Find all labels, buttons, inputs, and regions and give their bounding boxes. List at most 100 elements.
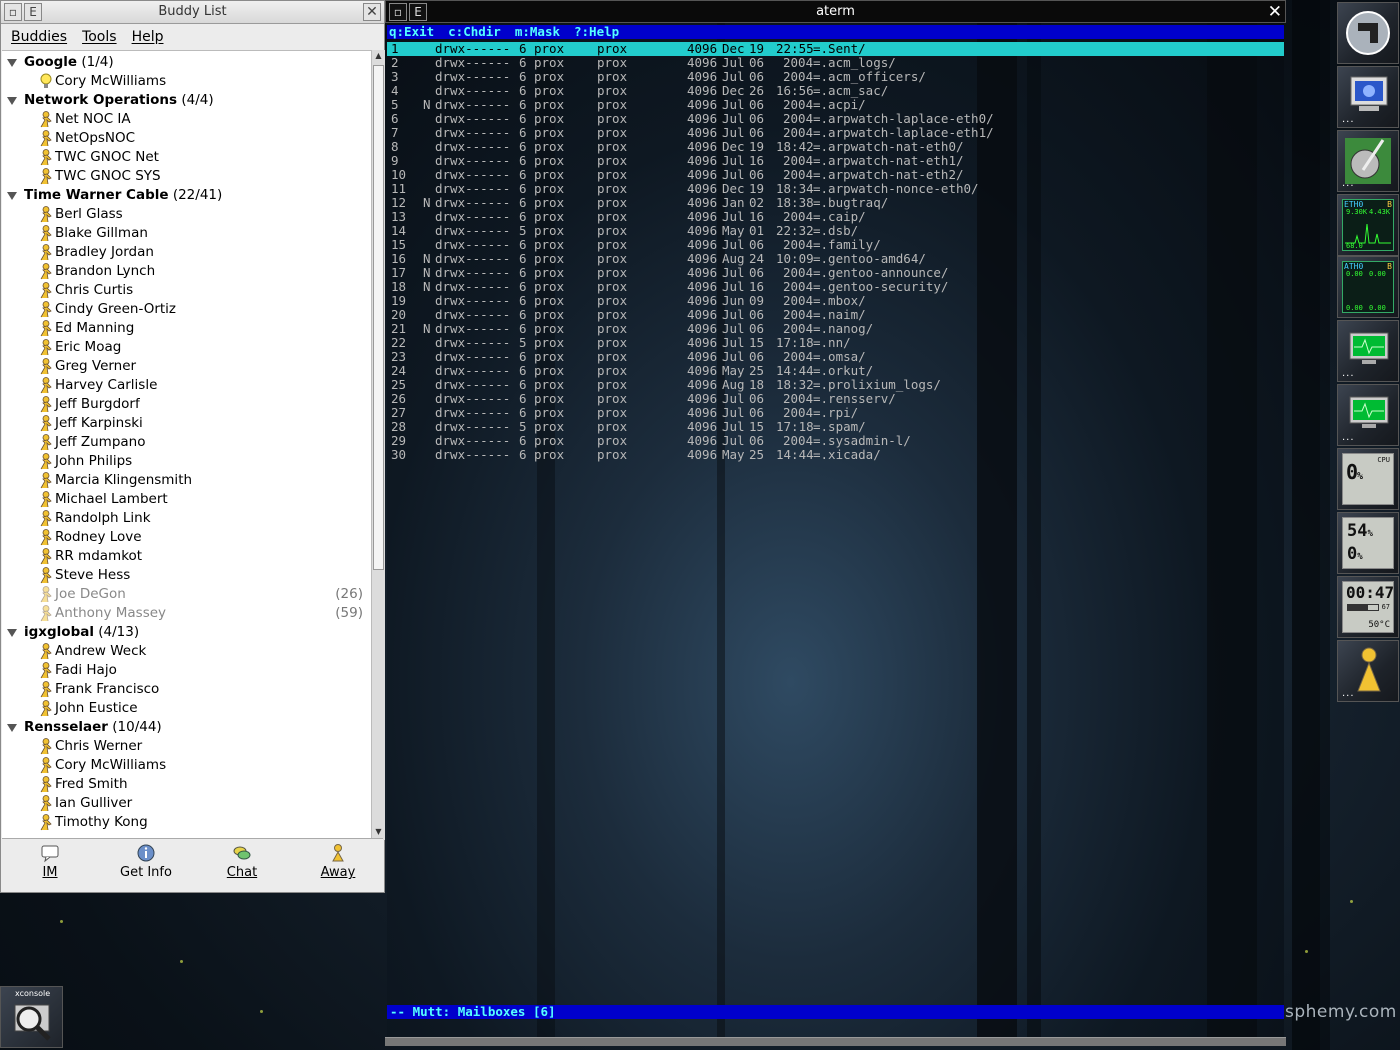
mailbox-row[interactable]: 22 drwx------ 5 prox prox 4096 Jul 15 17:18 =.nn/	[387, 336, 1284, 350]
buddy-row[interactable]: Chris Werner	[2, 737, 371, 756]
buddy-tree[interactable]: Google (1/4) Cory McWilliams Network Opera…	[2, 50, 371, 841]
scroll-up-arrow-icon[interactable]: ▲	[373, 51, 384, 63]
buddy-row[interactable]: Cindy Green-Ortiz	[2, 300, 371, 319]
buddy-row[interactable]: Joe DeGon (26)	[2, 585, 371, 604]
xconsole-tile[interactable]: xconsole	[0, 986, 63, 1048]
mailbox-row[interactable]: 8 drwx------ 6 prox prox 4096 Dec 19 18:42 =.arpw…	[387, 140, 1284, 154]
mailbox-row[interactable]: 25 drwx------ 6 prox prox 4096 Aug 18 18:32 =.pro…	[387, 378, 1284, 392]
mailbox-row[interactable]: 11 drwx------ 6 prox prox 4096 Dec 19 18:34 =.arp…	[387, 182, 1284, 196]
mailbox-row[interactable]: 16 Ndrwx------ 6 prox prox 4096 Aug 24 10:09 =.ge…	[387, 252, 1284, 266]
im-button[interactable]: IM	[15, 843, 85, 880]
terminal-titlebar[interactable]: ▫ E aterm ✕	[385, 0, 1286, 23]
buddy-group[interactable]: Network Operations (4/4)	[2, 91, 371, 110]
mailbox-row[interactable]: 7 drwx------ 6 prox prox 4096 Jul 06 2004 =.arpwa…	[387, 126, 1284, 140]
terminal-body[interactable]: q:Exit c:Chdir m:Mask ?:Help 1 drwx------ 6 pr…	[387, 23, 1284, 1037]
buddy-row[interactable]: Fadi Hajo	[2, 661, 371, 680]
buddy-row[interactable]: Net NOC IA	[2, 110, 371, 129]
mailbox-row[interactable]: 20 drwx------ 6 prox prox 4096 Jul 06 2004 =.naim…	[387, 308, 1284, 322]
buddy-scrollbar[interactable]: ▲ ▼	[371, 50, 385, 840]
buddy-row[interactable]: Michael Lambert	[2, 490, 371, 509]
buddy-row[interactable]: Brandon Lynch	[2, 262, 371, 281]
buddy-row[interactable]: Marcia Klingensmith	[2, 471, 371, 490]
expander-arrow-icon[interactable]	[7, 724, 17, 732]
buddy-row[interactable]: Berl Glass	[2, 205, 371, 224]
buddy-group[interactable]: Google (1/4)	[2, 53, 371, 72]
terminal-scrollbar[interactable]	[385, 1037, 1286, 1046]
mailbox-row[interactable]: 2 drwx------ 6 prox prox 4096 Jul 06 2004 =.acm_l…	[387, 56, 1284, 70]
dock-tile-wm[interactable]	[1337, 2, 1399, 64]
buddy-row[interactable]: TWC GNOC SYS	[2, 167, 371, 186]
away-button[interactable]: Away	[303, 843, 373, 880]
buddy-group[interactable]: igxglobal (4/13)	[2, 623, 371, 642]
close-icon[interactable]: ✕	[363, 3, 381, 21]
buddy-row[interactable]: Anthony Massey (59)	[2, 604, 371, 623]
expander-arrow-icon[interactable]	[7, 629, 17, 637]
buddy-row[interactable]: Harvey Carlisle	[2, 376, 371, 395]
mailbox-row[interactable]: 15 drwx------ 6 prox prox 4096 Jul 06 2004 =.fami…	[387, 238, 1284, 252]
buddy-row[interactable]: TWC GNOC Net	[2, 148, 371, 167]
expander-arrow-icon[interactable]	[7, 97, 17, 105]
mailbox-row[interactable]: 6 drwx------ 6 prox prox 4096 Jul 06 2004 =.arpwa…	[387, 112, 1284, 126]
mailbox-row[interactable]: 17 Ndrwx------ 6 prox prox 4096 Jul 06 2004 =.gen…	[387, 266, 1284, 280]
scroll-thumb[interactable]	[373, 65, 384, 570]
mailbox-row[interactable]: 21 Ndrwx------ 6 prox prox 4096 Jul 06 2004 =.nan…	[387, 322, 1284, 336]
dock-tile-monitor-1[interactable]: ...	[1337, 320, 1399, 382]
mailbox-row[interactable]: 13 drwx------ 6 prox prox 4096 Jul 16 2004 =.caip…	[387, 210, 1284, 224]
buddy-row[interactable]: Ian Gulliver	[2, 794, 371, 813]
buddy-row[interactable]: Jeff Zumpano	[2, 433, 371, 452]
buddy-row[interactable]: Cory McWilliams	[2, 72, 371, 91]
buddy-row[interactable]: Fred Smith	[2, 775, 371, 794]
buddy-row[interactable]: Jeff Burgdorf	[2, 395, 371, 414]
dock-tile-monitor-2[interactable]: ...	[1337, 384, 1399, 446]
buddy-group[interactable]: Time Warner Cable (22/41)	[2, 186, 371, 205]
buddy-row[interactable]: NetOpsNOC	[2, 129, 371, 148]
buddy-group[interactable]: Rensselaer (10/44)	[2, 718, 371, 737]
dock-tile-graphics[interactable]: ...	[1337, 130, 1399, 192]
buddy-row[interactable]: John Philips	[2, 452, 371, 471]
chat-button[interactable]: Chat	[207, 843, 277, 880]
buddy-row[interactable]: Chris Curtis	[2, 281, 371, 300]
mailbox-row[interactable]: 19 drwx------ 6 prox prox 4096 Jun 09 2004 =.mbox…	[387, 294, 1284, 308]
menu-help[interactable]: Help	[122, 24, 169, 45]
mailbox-row[interactable]: 12 Ndrwx------ 6 prox prox 4096 Jan 02 18:38 =.bu…	[387, 196, 1284, 210]
mailbox-row[interactable]: 24 drwx------ 6 prox prox 4096 May 25 14:44 =.ork…	[387, 364, 1284, 378]
mailbox-row[interactable]: 4 drwx------ 6 prox prox 4096 Dec 26 16:56 =.acm_…	[387, 84, 1284, 98]
expander-arrow-icon[interactable]	[7, 192, 17, 200]
buddy-row[interactable]: Blake Gillman	[2, 224, 371, 243]
expander-arrow-icon[interactable]	[7, 59, 17, 67]
mailbox-row[interactable]: 14 drwx------ 5 prox prox 4096 May 01 22:32 =.dsb…	[387, 224, 1284, 238]
mailbox-row[interactable]: 3 drwx------ 6 prox prox 4096 Jul 06 2004 =.acm_o…	[387, 70, 1284, 84]
buddy-row[interactable]: Steve Hess	[2, 566, 371, 585]
buddy-row[interactable]: Andrew Weck	[2, 642, 371, 661]
buddy-row[interactable]: Eric Moag	[2, 338, 371, 357]
dock-tile-gaim[interactable]: ...	[1337, 640, 1399, 702]
menu-buddies[interactable]: Buddies	[1, 24, 72, 45]
buddy-row[interactable]: Greg Verner	[2, 357, 371, 376]
buddy-row[interactable]: John Eustice	[2, 699, 371, 718]
buddy-row[interactable]: Randolph Link	[2, 509, 371, 528]
mailbox-row[interactable]: 28 drwx------ 5 prox prox 4096 Jul 15 17:18 =.spa…	[387, 420, 1284, 434]
buddy-row[interactable]: Ed Manning	[2, 319, 371, 338]
mailbox-row[interactable]: 9 drwx------ 6 prox prox 4096 Jul 16 2004 =.arpwa…	[387, 154, 1284, 168]
buddy-row[interactable]: Timothy Kong	[2, 813, 371, 832]
mailbox-row[interactable]: 30 drwx------ 6 prox prox 4096 May 25 14:44 =.xic…	[387, 448, 1284, 462]
buddy-row[interactable]: Rodney Love	[2, 528, 371, 547]
mailbox-row[interactable]: 1 drwx------ 6 prox prox 4096 Dec 19 22:55 =.Sent…	[387, 42, 1284, 56]
mailbox-row[interactable]: 26 drwx------ 6 prox prox 4096 Jul 06 2004 =.rens…	[387, 392, 1284, 406]
menu-tools[interactable]: Tools	[72, 24, 122, 45]
close-icon[interactable]: ✕	[1268, 2, 1282, 22]
buddy-row[interactable]: Bradley Jordan	[2, 243, 371, 262]
buddy-row[interactable]: Jeff Karpinski	[2, 414, 371, 433]
buddy-list-titlebar[interactable]: ▫ E Buddy List ✕	[1, 1, 384, 24]
mailbox-row[interactable]: 18 Ndrwx------ 6 prox prox 4096 Jul 16 2004 =.gen…	[387, 280, 1284, 294]
mailbox-row[interactable]: 5 Ndrwx------ 6 prox prox 4096 Jul 06 2004 =.acpi…	[387, 98, 1284, 112]
buddy-row[interactable]: Frank Francisco	[2, 680, 371, 699]
mailbox-row[interactable]: 10 drwx------ 6 prox prox 4096 Jul 06 2004 =.arpw…	[387, 168, 1284, 182]
get-info-button[interactable]: Get Info	[111, 843, 181, 880]
dock-tile-terminal[interactable]: ...	[1337, 66, 1399, 128]
buddy-row[interactable]: RR mdamkot	[2, 547, 371, 566]
mailbox-row[interactable]: 23 drwx------ 6 prox prox 4096 Jul 06 2004 =.omsa…	[387, 350, 1284, 364]
buddy-row[interactable]: Cory McWilliams	[2, 756, 371, 775]
mailbox-row[interactable]: 27 drwx------ 6 prox prox 4096 Jul 06 2004 =.rpi/	[387, 406, 1284, 420]
mailbox-row[interactable]: 29 drwx------ 6 prox prox 4096 Jul 06 2004 =.sysa…	[387, 434, 1284, 448]
